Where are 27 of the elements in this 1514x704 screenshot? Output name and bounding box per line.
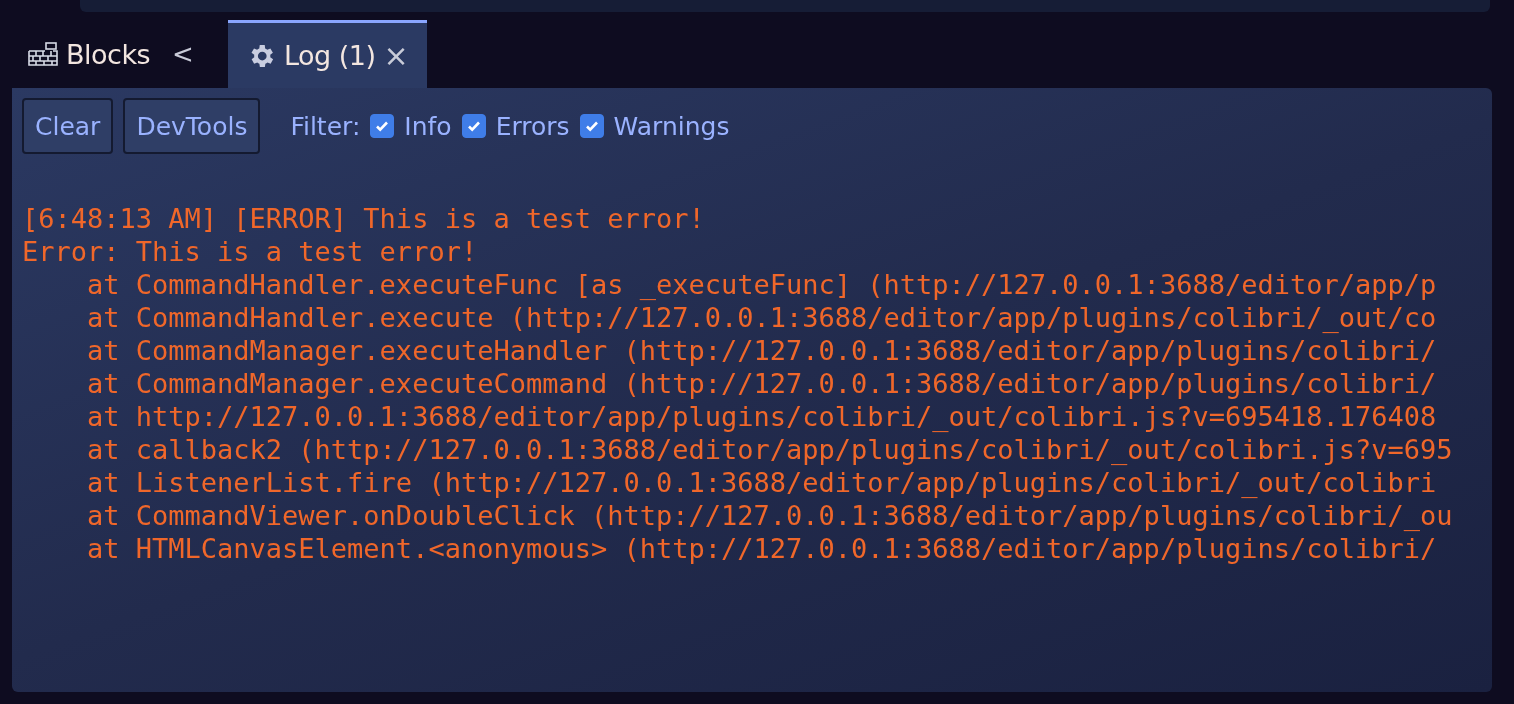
toolbar-button[interactable]: DevTools: [123, 98, 261, 154]
bricks-icon: [28, 42, 58, 66]
log-line: at CommandManager.executeCommand (http://127.0.0.1:3688/editor/app/plugins/colibri/: [86, 367, 1438, 400]
log-line: at callback2 (http://127.0.0.1:3688/editor/app/plugins/colibri/_out/colibri.js?v=695: [86, 433, 1454, 466]
tab-label: Blocks: [66, 38, 151, 70]
checkbox[interactable]: [370, 114, 395, 138]
log-line: at CommandHandler.executeFunc [as _executeFunc] (http://127.0.0.1:3688/editor/app/p: [86, 268, 1438, 301]
checkbox[interactable]: [461, 114, 486, 138]
log-line: at ListenerList.fire (http://127.0.0.1:3688/editor/app/plugins/colibri/_out/colibri: [86, 466, 1438, 499]
log-line: at http://127.0.0.1:3688/editor/app/plugins/colibri/_out/colibri.js?v=695418.176408: [86, 400, 1438, 433]
filter-label: Filter:: [290, 111, 361, 141]
tab-label: Log (1): [283, 40, 376, 71]
log-line: at HTMLCanvasElement.<anonymous> (http://127.0.0.1:3688/editor/app/plugins/colibri/: [86, 532, 1438, 565]
collapse-button[interactable]: <: [172, 39, 194, 69]
toolbar-button[interactable]: Clear: [22, 98, 114, 154]
log-line: at CommandHandler.execute (http://127.0.0.1:3688/editor/app/plugins/colibri/_out/co: [86, 301, 1438, 334]
checkbox-label: Info: [404, 111, 452, 141]
checkbox[interactable]: [579, 114, 604, 138]
close-button[interactable]: ×: [383, 38, 409, 73]
checkbox-label: Errors: [495, 111, 570, 141]
tab[interactable]: Log (1) ×: [227, 20, 427, 88]
log-line: Error: This is a test error!: [22, 235, 479, 268]
log-line: at CommandManager.executeHandler (http://127.0.0.1:3688/editor/app/plugins/colibri/: [86, 334, 1438, 367]
log-line: at CommandViewer.onDoubleClick (http://127.0.0.1:3688/editor/app/plugins/colibri/_ou: [86, 499, 1454, 532]
tab[interactable]: Blocks <: [12, 20, 212, 88]
checkbox-label: Warnings: [613, 111, 730, 141]
log-line: [6:48:13 AM] [ERROR] This is a test error!: [22, 202, 706, 235]
